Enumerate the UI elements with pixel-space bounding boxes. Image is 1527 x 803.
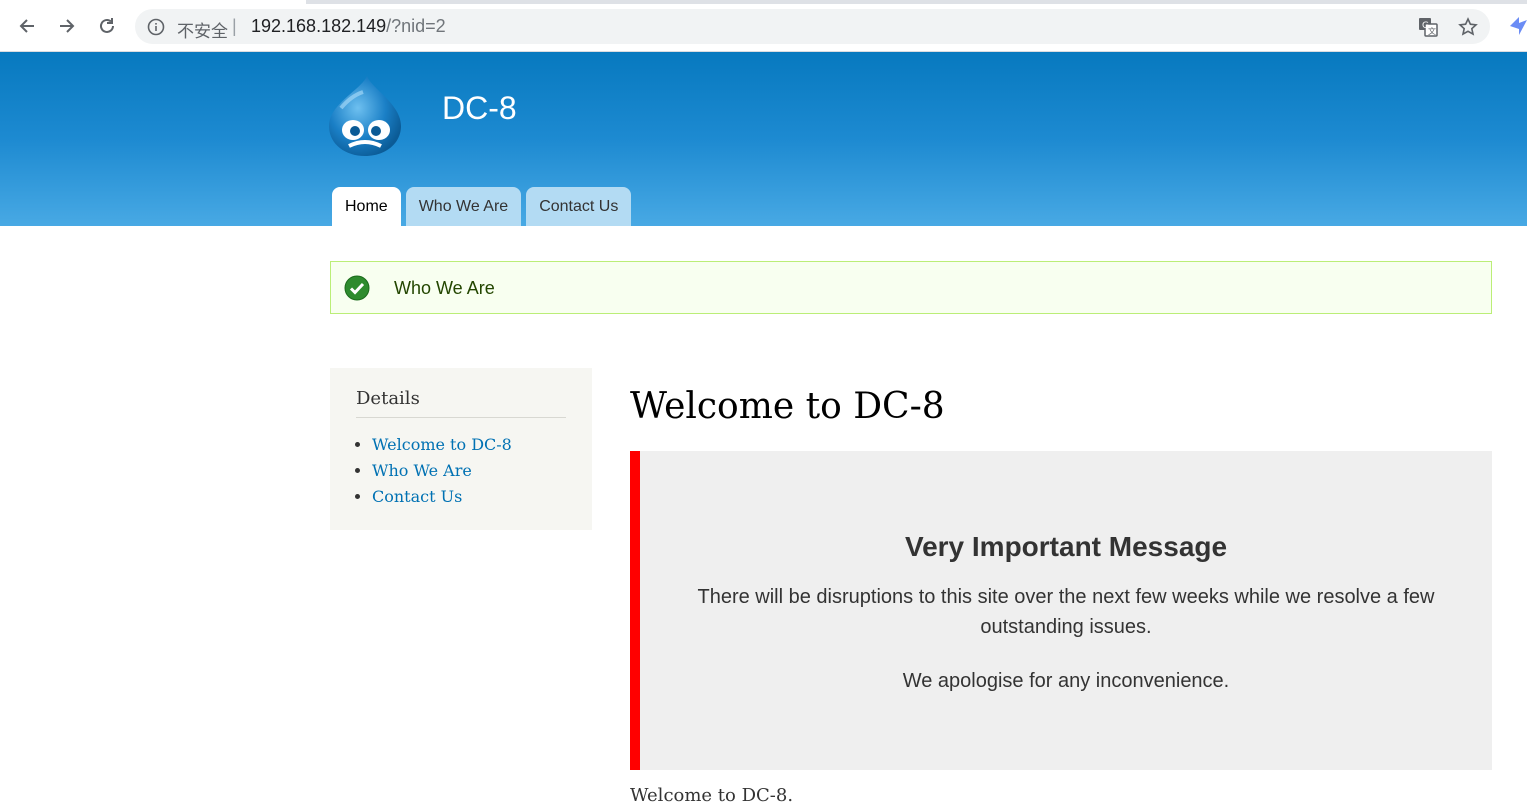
translate-icon[interactable]: G文 [1418,17,1438,37]
tab-strip [0,0,1527,4]
drupal-drop-logo[interactable] [327,74,403,158]
link-contact-us[interactable]: Contact Us [372,487,462,506]
notice-apology: We apologise for any inconvenience. [902,670,1230,692]
status-text: Who We Are [394,278,495,298]
url-path: /?nid=2 [386,16,446,36]
url-text[interactable]: 192.168.182.149/?nid=2 [251,16,446,37]
list-item: Welcome to DC-8 [372,432,512,458]
forward-arrow-icon[interactable] [53,12,81,40]
site-header: DC-8 Home Who We Are Contact Us [0,52,1527,226]
list-item: Contact Us [372,484,512,510]
details-menu: Welcome to DC-8 Who We Are Contact Us [372,432,512,510]
divider [356,417,566,418]
link-welcome[interactable]: Welcome to DC-8 [372,435,512,454]
important-notice: Very Important Message There will be dis… [630,451,1492,770]
active-tab[interactable] [0,0,306,4]
tab-home[interactable]: Home [332,187,401,226]
security-label: 不安全 [177,22,228,42]
url-separator: | [232,16,237,36]
info-icon[interactable] [147,18,165,36]
reload-icon[interactable] [93,12,121,40]
page-title: Welcome to DC-8 [630,386,945,427]
extension-icon[interactable] [1506,14,1527,38]
body-text: Welcome to DC-8. [630,785,794,803]
tab-contact-us[interactable]: Contact Us [526,187,632,226]
notice-paragraph: There will be disruptions to this site o… [697,586,1435,638]
list-item: Who We Are [372,458,512,484]
link-who-we-are[interactable]: Who We Are [372,461,472,480]
main-menu: Home Who We Are Contact Us [332,187,632,226]
url-host: 192.168.182.149 [251,16,387,36]
check-circle-icon [344,275,370,301]
details-block: Details Welcome to DC-8 Who We Are Conta… [330,368,592,530]
browser-toolbar: 不安全 | 192.168.182.149/?nid=2 G文 [0,0,1527,52]
address-bar[interactable]: 不安全 | 192.168.182.149/?nid=2 G文 [135,9,1490,44]
tab-who-we-are[interactable]: Who We Are [405,187,522,226]
site-name[interactable]: DC-8 [442,90,517,127]
status-message: Who We Are [330,261,1492,314]
star-icon[interactable] [1458,17,1478,37]
svg-text:文: 文 [1428,26,1436,36]
back-arrow-icon[interactable] [13,12,41,40]
block-title: Details [356,388,420,409]
notice-heading: Very Important Message [904,531,1228,562]
